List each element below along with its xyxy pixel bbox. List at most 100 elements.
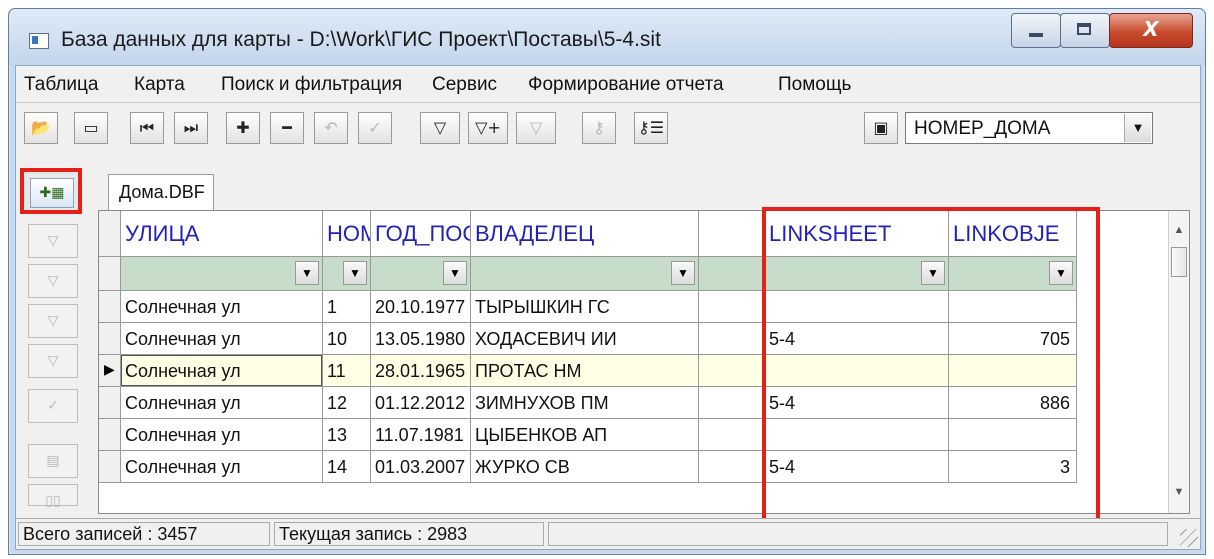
table-cell[interactable] <box>699 323 765 355</box>
filter-icon[interactable]: ▽ <box>420 112 460 144</box>
table-cell[interactable]: 28.01.1965 <box>371 355 471 387</box>
add-filter-icon[interactable]: ▽+ <box>468 112 508 144</box>
table-cell[interactable] <box>949 355 1077 387</box>
filter-cell[interactable]: ▼ <box>323 257 371 291</box>
table-cell[interactable]: 5-4 <box>765 323 949 355</box>
filter-cell[interactable]: ▼ <box>121 257 323 291</box>
table-cell[interactable]: 5-4 <box>765 451 949 483</box>
close-button[interactable]: X <box>1109 13 1193 48</box>
table-cell[interactable]: ЗИМНУХОВ ПМ <box>471 387 699 419</box>
delete-record-icon[interactable]: ━ <box>270 112 304 144</box>
key-table-icon[interactable]: ⚷☰ <box>634 112 668 144</box>
table-cell[interactable] <box>765 419 949 451</box>
table-cell[interactable] <box>699 451 765 483</box>
table-cell[interactable]: Солнечная ул <box>121 323 323 355</box>
table-cell[interactable] <box>699 419 765 451</box>
scroll-thumb[interactable] <box>1171 247 1187 277</box>
chevron-down-icon[interactable]: ▼ <box>443 261 467 285</box>
resize-grip-icon[interactable] <box>1180 529 1198 547</box>
table-cell[interactable]: 705 <box>949 323 1077 355</box>
side-table-icon[interactable]: ▤ <box>28 444 78 478</box>
table-cell[interactable]: Солнечная ул <box>121 387 323 419</box>
table-cell[interactable]: Солнечная ул <box>121 291 323 323</box>
table-cell[interactable]: 12 <box>323 387 371 419</box>
open-folder-icon[interactable]: 📂 <box>24 112 58 144</box>
first-record-icon[interactable]: ⏮ <box>130 112 164 144</box>
tab-doma[interactable]: Дома.DBF <box>108 174 214 211</box>
table-cell[interactable]: 886 <box>949 387 1077 419</box>
table-cell[interactable] <box>765 355 949 387</box>
map-object-icon[interactable]: ▣ <box>864 112 898 144</box>
column-header[interactable]: LINKSHEET <box>765 211 949 257</box>
table-cell[interactable]: 1 <box>323 291 371 323</box>
row-indicator[interactable] <box>99 451 121 483</box>
table-cell[interactable]: 13 <box>323 419 371 451</box>
menu-map[interactable]: Карта <box>134 74 185 96</box>
add-table-button[interactable]: ✚▦ <box>20 168 82 214</box>
chevron-down-icon[interactable]: ▼ <box>671 261 695 285</box>
table-cell[interactable]: ХОДАСЕВИЧ ИИ <box>471 323 699 355</box>
vertical-scrollbar[interactable]: ▲ ▼ <box>1168 211 1189 513</box>
column-header[interactable]: НОМЕ <box>323 211 371 257</box>
table-cell[interactable]: 14 <box>323 451 371 483</box>
table-cell[interactable]: 01.03.2007 <box>371 451 471 483</box>
chevron-down-icon[interactable]: ▼ <box>295 261 319 285</box>
table-cell[interactable] <box>699 291 765 323</box>
menu-table[interactable]: Таблица <box>24 74 99 96</box>
table-cell[interactable] <box>699 355 765 387</box>
row-indicator[interactable] <box>99 387 121 419</box>
table-cell[interactable] <box>699 387 765 419</box>
row-indicator[interactable] <box>99 323 121 355</box>
row-indicator[interactable] <box>99 291 121 323</box>
title-bar[interactable]: База данных для карты - D:\Work\ГИС Прое… <box>9 9 1205 65</box>
column-header[interactable]: ВЛАДЕЛЕЦ <box>471 211 699 257</box>
scroll-down-icon[interactable]: ▼ <box>1169 481 1189 503</box>
table-cell[interactable]: ЦЫБЕНКОВ АП <box>471 419 699 451</box>
side-filter-table-icon[interactable]: ▽ <box>28 264 78 298</box>
scroll-up-icon[interactable]: ▲ <box>1169 219 1189 241</box>
side-pages-icon[interactable]: ▯▯ <box>28 484 78 509</box>
table-cell[interactable]: 3 <box>949 451 1077 483</box>
filter-cell[interactable]: ▼ <box>765 257 949 291</box>
table-cell[interactable]: 10 <box>323 323 371 355</box>
row-indicator[interactable] <box>99 419 121 451</box>
add-record-icon[interactable]: ✚ <box>226 112 260 144</box>
undo-icon[interactable]: ↶ <box>314 112 348 144</box>
filter-disabled-icon[interactable]: ▽ <box>516 112 556 144</box>
apply-icon[interactable]: ✓ <box>358 112 392 144</box>
table-cell[interactable]: Солнечная ул <box>121 419 323 451</box>
table-cell[interactable]: Солнечная ул <box>121 451 323 483</box>
table-cell[interactable]: 5-4 <box>765 387 949 419</box>
side-filter-icon[interactable]: ▽ <box>28 224 78 258</box>
folder-icon[interactable]: ▭ <box>74 112 108 144</box>
chevron-down-icon[interactable]: ▼ <box>921 261 945 285</box>
table-cell[interactable]: ПРОТАС НМ <box>471 355 699 387</box>
table-cell[interactable]: ЖУРКО СВ <box>471 451 699 483</box>
table-cell[interactable] <box>765 291 949 323</box>
menu-service[interactable]: Сервис <box>432 74 497 96</box>
table-cell[interactable]: 01.12.2012 <box>371 387 471 419</box>
table-cell[interactable] <box>949 419 1077 451</box>
minimize-button[interactable] <box>1011 13 1061 48</box>
table-cell[interactable]: 13.05.1980 <box>371 323 471 355</box>
table-cell[interactable]: Солнечная ул <box>121 355 323 387</box>
chevron-down-icon[interactable]: ▼ <box>343 261 367 285</box>
filter-cell[interactable]: ▼ <box>471 257 699 291</box>
side-filter-list-icon[interactable]: ▽ <box>28 344 78 378</box>
menu-report[interactable]: Формирование отчета <box>528 74 724 96</box>
side-filter-more-icon[interactable]: ▽ <box>28 304 78 338</box>
maximize-button[interactable] <box>1060 13 1110 48</box>
menu-search-filter[interactable]: Поиск и фильтрация <box>221 74 402 96</box>
table-cell[interactable]: 11 <box>323 355 371 387</box>
table-cell[interactable]: 20.10.1977 <box>371 291 471 323</box>
filter-cell[interactable]: ▼ <box>949 257 1077 291</box>
chevron-down-icon[interactable]: ▼ <box>1124 114 1151 142</box>
filter-cell[interactable]: ▼ <box>371 257 471 291</box>
table-cell[interactable]: ТЫРЫШКИН ГС <box>471 291 699 323</box>
field-combo[interactable]: НОМЕР_ДОМА ▼ <box>905 112 1153 144</box>
table-cell[interactable]: 11.07.1981 <box>371 419 471 451</box>
filter-cell[interactable] <box>699 257 765 291</box>
column-header[interactable]: УЛИЦА <box>121 211 323 257</box>
row-indicator[interactable]: ▶ <box>99 355 121 387</box>
column-header[interactable]: LINKOBJE <box>949 211 1077 257</box>
